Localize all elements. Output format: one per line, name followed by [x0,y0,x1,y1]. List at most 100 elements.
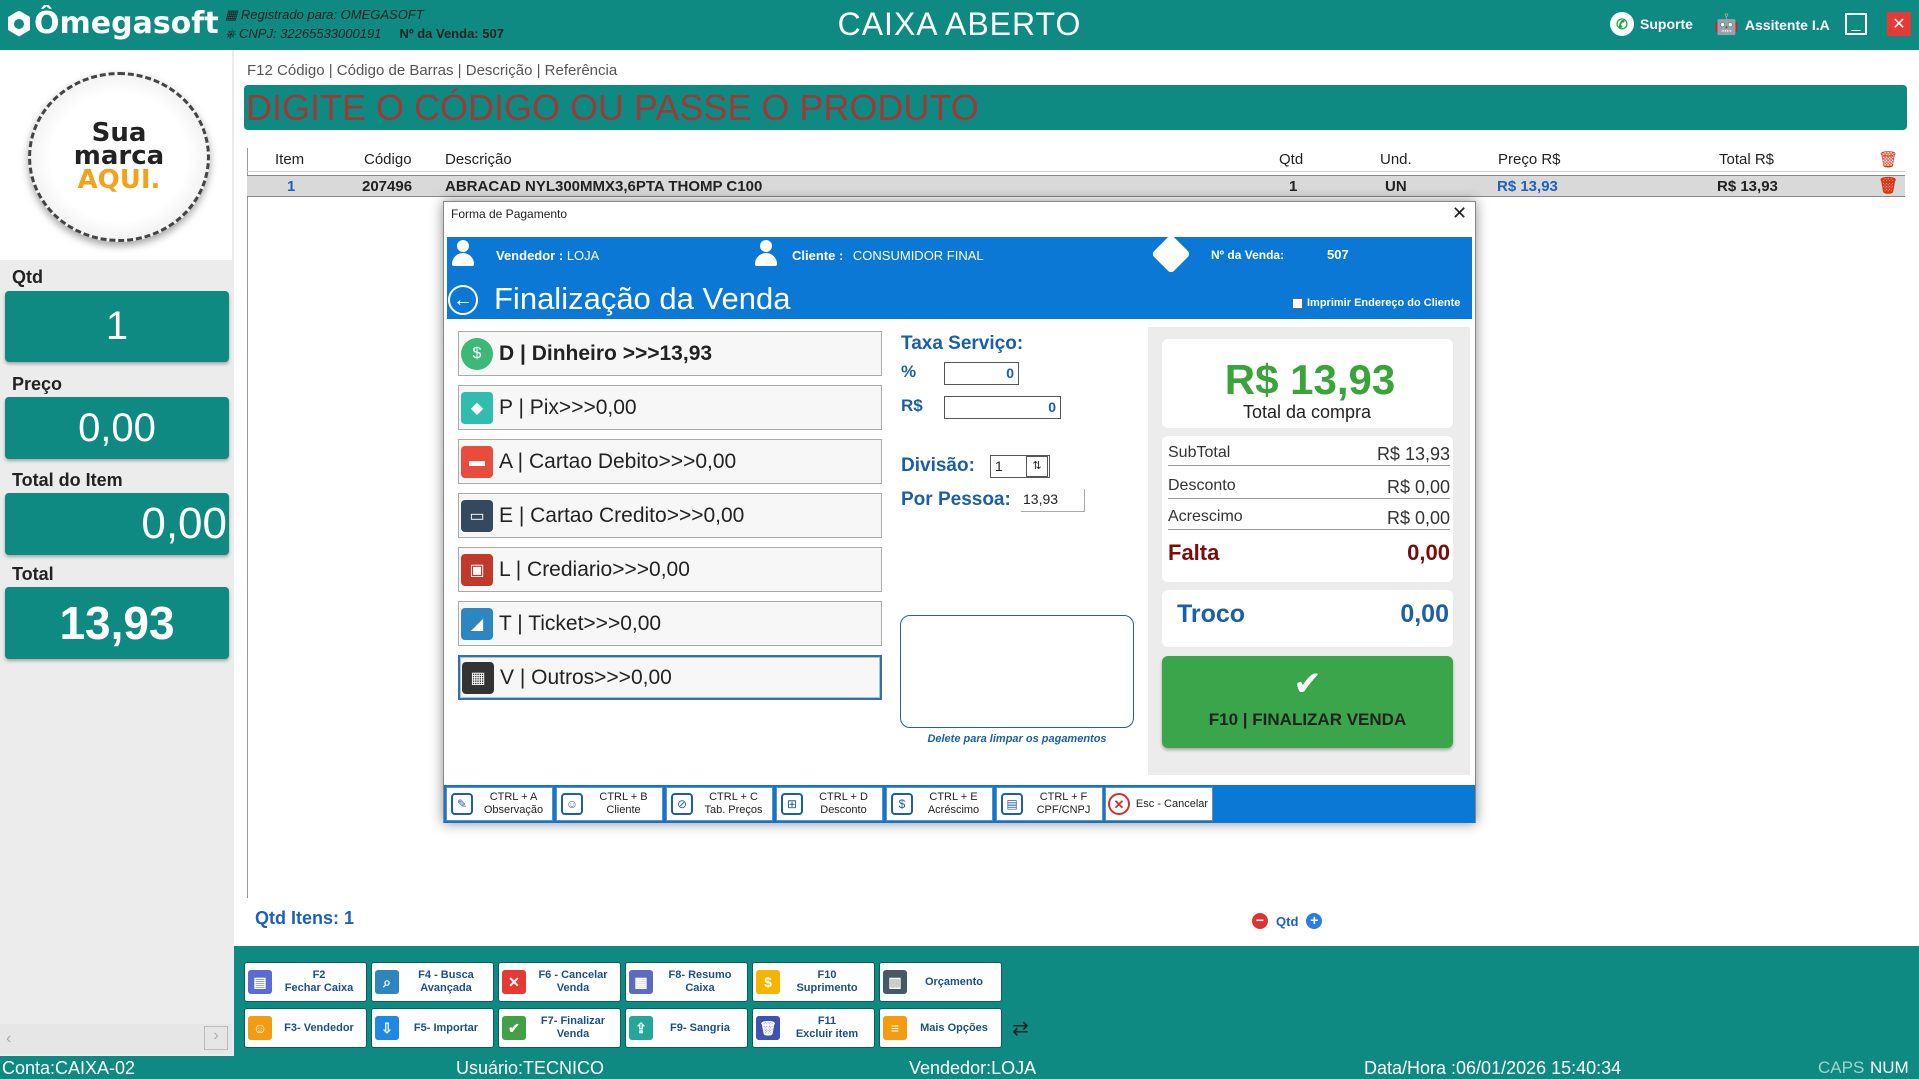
product-search-bar[interactable] [244,85,1907,130]
seller-info: Vendedor : LOJA [496,248,599,263]
assistant-button[interactable]: 🤖 Assitente I.A [1714,12,1830,37]
delete-row-icon[interactable]: 🗑 [1878,176,1898,196]
total-label: Total [12,564,54,584]
shortcut-button-3[interactable]: ⊘ CTRL + C Tab. Preços [666,787,773,821]
status-num: NUM [1870,1058,1909,1077]
toolbar-button-withdraw[interactable]: ⇪ F9- Sangria [625,1008,748,1048]
swap-toolbar-icon[interactable]: ⇄ [1012,1016,1029,1041]
cart-discount-icon: ⊞ [781,793,803,815]
shortcut-label: CTRL + F CPF/CNPJ [1025,791,1102,817]
close-button[interactable]: ✕ [1887,12,1911,36]
surcharge-row: Acrescimo R$ 0,00 [1168,508,1450,530]
shortcut-action: Observação [483,804,544,816]
col-qtd: Qtd [1279,151,1304,168]
horizontal-scrollbar[interactable]: ‹ › [0,1024,232,1054]
toolbar-button-label: F2 Fechar Caixa [284,969,354,994]
shortcut-button-1[interactable]: ✎ CTRL + A Observação [446,787,553,821]
toolbar-button-money-bag[interactable]: $ F10 Suprimento [752,962,875,1002]
whatsapp-icon: ✆ [1610,12,1634,36]
payment-option-d[interactable]: $ D | Dinheiro >>>13,93 [458,331,882,376]
search-hint: F12 Código | Código de Barras | Descriçã… [247,62,618,79]
fee-amount-label: R$ [901,396,923,415]
toolbar-button-cancel[interactable]: ✕ F6 - Cancelar Venda [498,962,621,1002]
assistant-label: Assitente I.A [1744,16,1830,33]
payment-option-p[interactable]: ◆ P | Pix>>>0,00 [458,385,882,430]
table-row[interactable]: 1 207496 ABRACAD NYL300MMX3,6PTA THOMP C… [247,175,1905,197]
subtotal-value: R$ 13,93 [1376,444,1450,464]
toolbar-row-2: ☺ F3- Vendedor ⇩ F5- Importar ✔ F7- Finalizar… [244,1008,1029,1048]
payment-option-t[interactable]: ◢ T | Ticket>>>0,00 [458,601,882,646]
increase-qtd-icon[interactable]: + [1306,913,1323,929]
fee-percent-input[interactable]: 0 [944,362,1019,385]
checkbox-box[interactable] [1292,297,1303,309]
payment-option-e[interactable]: ▭ E | Cartao Credito>>>0,00 [458,493,882,538]
check-icon: ✔ [502,1016,526,1040]
toolbar-button-cash-register[interactable]: ▤ F2 Fechar Caixa [244,962,367,1002]
toolbar-button-more-options[interactable]: ≡ Mais Opções [879,1008,1002,1048]
minimize-button[interactable]: _ [1845,13,1867,35]
fee-percent-label: % [901,362,917,381]
item-total-label: Total do Item [12,470,123,490]
qtd-control: − Qtd + [1252,913,1323,929]
toolbar-button-trash[interactable]: 🗑 F11 Excluir item [752,1008,875,1048]
toolbar-button-seller[interactable]: ☺ F3- Vendedor [244,1008,367,1048]
support-button[interactable]: ✆ Suporte [1610,12,1693,36]
toolbar-button-search[interactable]: ⌕ F4 - Busca Avançada [371,962,494,1002]
col-total: Total R$ [1719,151,1775,168]
payment-option-a[interactable]: ▬ A | Cartao Debito>>>0,00 [458,439,882,484]
shortcut-button-2[interactable]: ☺ CTRL + B Cliente [556,787,663,821]
cancel-button[interactable]: ✕ Esc - Cancelar [1105,787,1213,821]
payment-option-label: P | Pix>>>0,00 [499,395,637,419]
delete-all-icon[interactable]: 🗑 [1878,150,1898,170]
col-descricao: Descrição [445,151,512,168]
toolbar-button-label: F6 - Cancelar Venda [538,969,608,994]
shortcut-button-4[interactable]: ⊞ CTRL + D Desconto [776,787,883,821]
toolbar-button-report[interactable]: ▦ F8- Resumo Caixa [625,962,748,1002]
shortcut-label: CTRL + E Acréscimo [915,791,992,817]
fee-amount-input[interactable]: 0 [944,396,1061,419]
split-label: Divisão: [901,455,975,476]
shortcut-button-5[interactable]: $ CTRL + E Acréscimo [886,787,993,821]
toolbar-button-check[interactable]: ✔ F7- Finalizar Venda [498,1008,621,1048]
trash-icon: 🗑 [756,1016,780,1040]
change-value: 0,00 [1400,600,1449,628]
credit-card-icon: ▭ [461,499,493,532]
minimize-icon: _ [1851,15,1861,32]
print-address-checkbox[interactable]: Imprimir Endereço do Cliente [1292,297,1460,309]
change-row: Troco 0,00 [1177,600,1449,629]
finalize-sale-button[interactable]: ✔ F10 | FINALIZAR VENDA [1162,656,1453,748]
toolbar-button-budget[interactable]: ▥ Orçamento [879,962,1002,1002]
remaining-row: Falta 0,00 [1168,540,1450,566]
toolbar-button-import[interactable]: ⇩ F5- Importar [371,1008,494,1048]
back-button[interactable]: ← [448,285,478,315]
shortcut-button-6[interactable]: ▤ CTRL + F CPF/CNPJ [996,787,1103,821]
split-stepper-icon[interactable]: ⇅ [1026,456,1048,477]
payments-list-box[interactable] [900,615,1134,728]
scroll-left-icon[interactable]: ‹ [6,1030,11,1048]
shortcut-keys: CTRL + E [929,791,978,803]
shortcut-action: Acréscimo [927,804,980,816]
surcharge-label: Acrescimo [1168,508,1243,525]
toolbar-row-1: ▤ F2 Fechar Caixa ⌕ F4 - Busca Avançada ✕ F6 … [244,962,1002,1002]
robot-icon: 🤖 [1714,14,1739,36]
wallet-icon: ▣ [461,553,493,586]
dialog-close-icon[interactable]: ✕ [1452,203,1467,224]
surcharge-value: R$ 0,00 [1386,508,1450,528]
decrease-qtd-icon[interactable]: − [1252,913,1268,929]
print-address-label: Imprimir Endereço do Cliente [1307,297,1461,309]
shortcut-keys: CTRL + C [709,791,758,803]
product-search-input[interactable] [244,85,1907,130]
payment-option-v[interactable]: ▦ V | Outros>>>0,00 [458,655,882,700]
cancel-label: Esc - Cancelar [1135,797,1209,810]
subtotal-label: SubTotal [1168,444,1231,461]
shortcut-label: CTRL + B Cliente [585,791,662,817]
shortcut-keys: CTRL + A [489,791,538,803]
toolbar-button-label: F7- Finalizar Venda [540,1015,606,1040]
scroll-right-icon[interactable]: › [204,1026,228,1050]
payment-option-l[interactable]: ▣ L | Crediario>>>0,00 [458,547,882,592]
item-total-value: 0,00 [5,493,229,555]
brand-line3: AQUI. [77,165,161,195]
toolbar-button-label: Orçamento [924,975,984,988]
status-datahora: Data/Hora :06/01/2026 15:40:34 [1364,1058,1622,1078]
support-label: Suporte [1640,16,1693,32]
